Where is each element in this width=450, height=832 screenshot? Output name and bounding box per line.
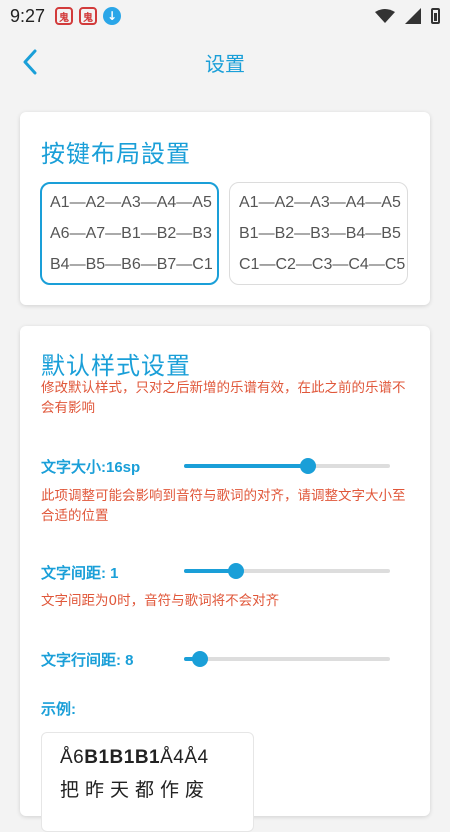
line-spacing-slider[interactable] (184, 651, 390, 667)
app-notification-icon: 鬼 (79, 7, 98, 25)
default-style-card: 默认样式设置 修改默认样式，只对之后新增的乐谱有效，在此之前的乐谱不会有影响 文… (20, 326, 430, 832)
font-size-hint: 此项调整可能会影响到音符与歌词的对齐，请调整文字大小至合适的位置 (41, 488, 406, 524)
example-lyrics-line: 把昨天都作废 (60, 779, 211, 801)
example-preview: Å6B1B1B1Å4Å4 把昨天都作废 (41, 732, 254, 832)
example-notes-line: Å6B1B1B1Å4Å4 (60, 747, 253, 769)
letter-spacing-slider[interactable] (184, 563, 390, 579)
layout-line: B1—B2—B3—B4—B5 (239, 225, 401, 242)
letter-spacing-label: 文字间距: 1 (41, 565, 119, 582)
slider-thumb[interactable] (192, 651, 209, 667)
key-layout-heading: 按键布局設置 (41, 140, 191, 168)
default-style-heading: 默认样式设置 (41, 352, 191, 380)
page-title: 设置 (205, 51, 245, 76)
status-bar: 9:27 鬼 鬼 ↓ (0, 0, 450, 32)
key-layout-card: 按键布局設置 A1—A2—A3—A4—A5 A6—A7—B1—B2—B3 B4—… (20, 112, 430, 305)
slider-thumb[interactable] (227, 563, 244, 579)
wifi-icon (375, 9, 395, 23)
example-note: Å6 (60, 747, 85, 768)
status-left: 9:27 鬼 鬼 ↓ (10, 5, 122, 27)
signal-icon (405, 8, 421, 24)
example-note-bold: B1B1B1 (84, 747, 161, 768)
key-layout-option-1[interactable]: A1—A2—A3—A4—A5 A6—A7—B1—B2—B3 B4—B5—B6—B… (40, 182, 219, 285)
example-label: 示例: (41, 701, 76, 718)
layout-line: A6—A7—B1—B2—B3 (50, 225, 212, 242)
example-note: Å4Å4 (160, 747, 209, 768)
layout-line: A1—A2—A3—A4—A5 (239, 194, 401, 211)
font-size-slider[interactable] (184, 458, 390, 474)
chevron-left-icon (23, 49, 37, 75)
font-size-label: 文字大小:16sp (41, 459, 141, 476)
battery-icon (431, 8, 440, 24)
download-icon: ↓ (103, 7, 122, 25)
layout-line: A1—A2—A3—A4—A5 (50, 194, 212, 211)
status-right (375, 8, 440, 24)
letter-spacing-hint: 文字间距为0时，音符与歌词将不会对齐 (41, 593, 280, 609)
app-bar: 设置 (0, 36, 450, 88)
slider-thumb[interactable] (299, 458, 316, 474)
slider-fill (184, 464, 308, 468)
key-layout-option-2[interactable]: A1—A2—A3—A4—A5 B1—B2—B3—B4—B5 C1—C2—C3—C… (229, 182, 408, 285)
default-style-note: 修改默认样式，只对之后新增的乐谱有效，在此之前的乐谱不会有影响 (41, 380, 406, 416)
status-time: 9:27 (10, 5, 46, 26)
layout-line: B4—B5—B6—B7—C1 (50, 256, 213, 273)
back-button[interactable] (12, 44, 48, 80)
line-spacing-label: 文字行间距: 8 (41, 652, 134, 669)
app-notification-icon: 鬼 (55, 7, 74, 25)
layout-line: C1—C2—C3—C4—C5 (239, 256, 406, 273)
